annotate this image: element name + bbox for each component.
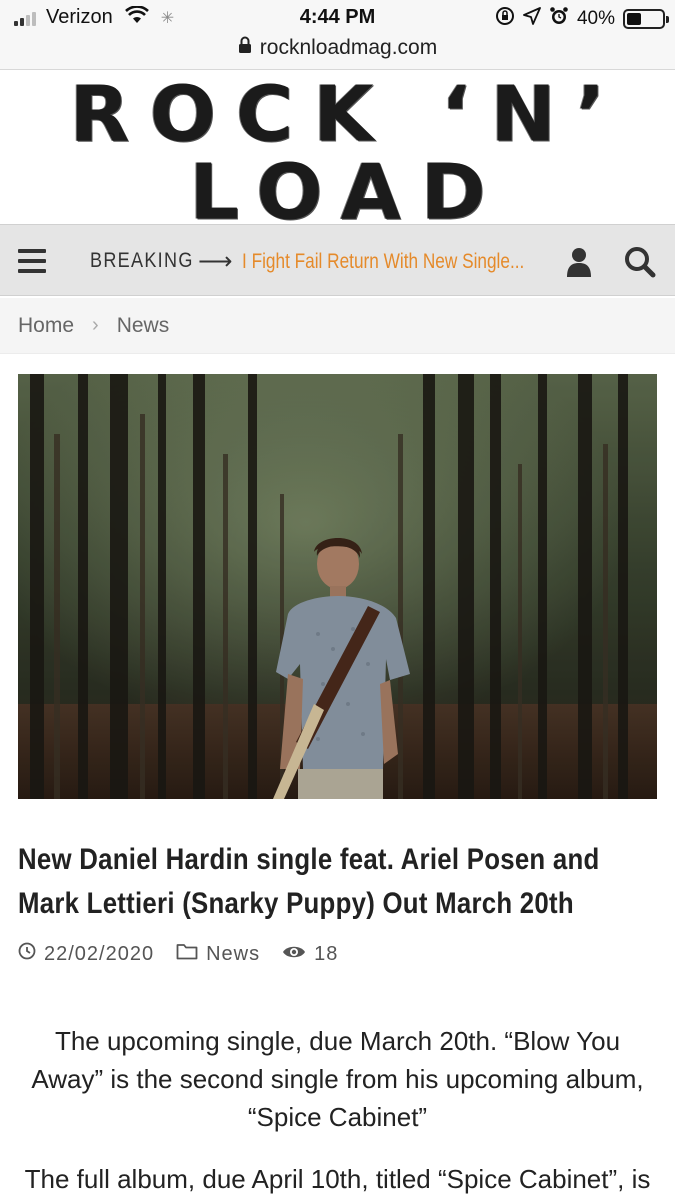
folder-icon (176, 942, 198, 966)
eye-icon (282, 943, 306, 966)
search-icon[interactable] (624, 246, 656, 283)
breaking-label: BREAKING (90, 249, 194, 272)
article-views: 18 (282, 943, 338, 966)
article-title: New Daniel Hardin single feat. Ariel Pos… (18, 843, 600, 920)
logo-text: ROCK ‘N’ LOAD (69, 70, 626, 238)
user-account-icon[interactable] (565, 246, 593, 283)
article-meta: 22/02/2020 News 18 (18, 942, 360, 966)
article-paragraph: The upcoming single, due March 20th. “Bl… (31, 1026, 644, 1132)
breadcrumb-news[interactable]: News (117, 314, 170, 338)
status-bar: Verizon ✳ 4:44 PM 40% (0, 0, 675, 36)
article-date-text: 22/02/2020 (44, 942, 155, 965)
breaking-news-link[interactable]: I Fight Fail Return With New Single... (242, 250, 529, 274)
breadcrumb: Home › News (0, 298, 675, 354)
url-bar[interactable]: rocknloadmag.com (0, 34, 675, 70)
battery-icon (623, 9, 669, 29)
hamburger-menu-icon[interactable] (18, 249, 46, 273)
article-category[interactable]: News (176, 942, 260, 966)
chevron-right-icon: › (92, 314, 99, 336)
article-paragraph: The full album, due April 10th, titled “… (24, 1164, 651, 1194)
article-views-text: 18 (314, 942, 339, 965)
article-date: 22/02/2020 (18, 942, 154, 966)
article-category-text: News (206, 942, 261, 965)
arrow-right-icon: ⟶ (198, 248, 233, 275)
status-right: 40% (495, 6, 669, 32)
url-text: rocknloadmag.com (259, 36, 438, 59)
site-logo[interactable]: ROCK ‘N’ LOAD (0, 74, 675, 233)
rotation-lock-icon (495, 6, 515, 32)
alarm-icon (549, 6, 569, 32)
breadcrumb-home[interactable]: Home (18, 314, 74, 338)
battery-percent: 40% (576, 8, 615, 29)
lock-icon (238, 36, 252, 60)
article-hero-image (18, 374, 657, 799)
location-arrow-icon (523, 7, 541, 31)
clock-icon (18, 942, 36, 966)
